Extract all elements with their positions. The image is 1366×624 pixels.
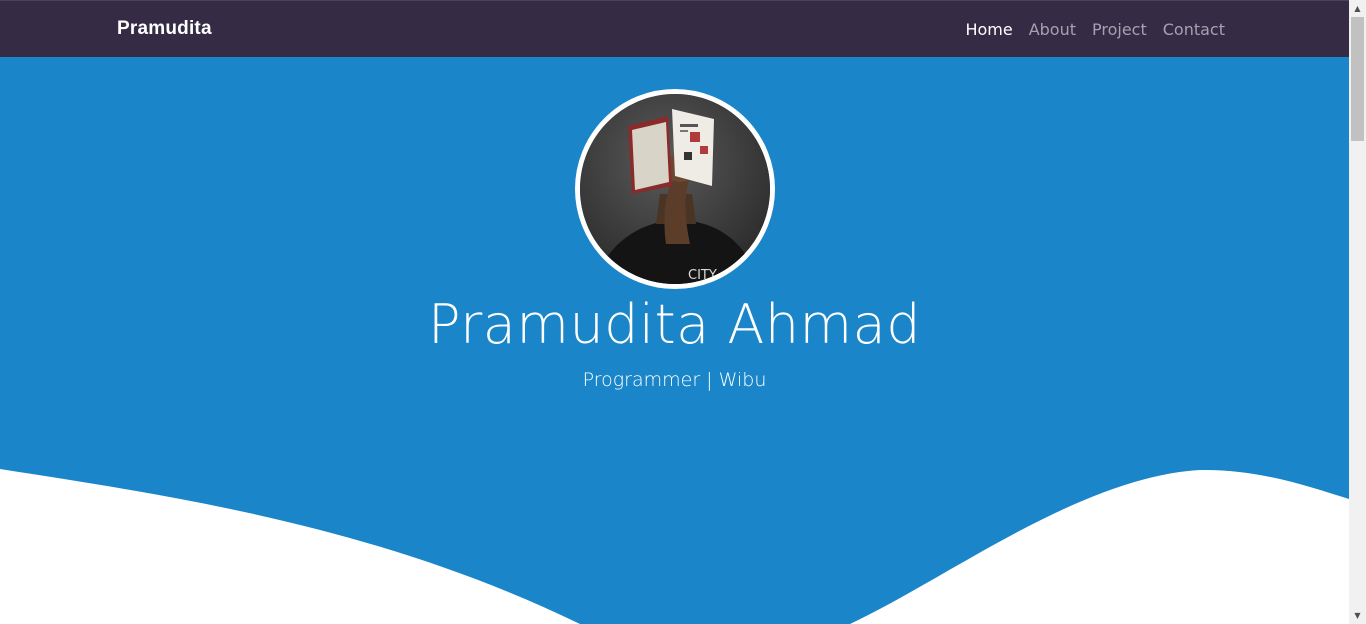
vertical-scrollbar[interactable]: ▲ ▼ xyxy=(1349,0,1366,624)
nav-link-about[interactable]: About xyxy=(1029,20,1076,39)
scroll-up-icon[interactable]: ▲ xyxy=(1349,0,1366,17)
shirt-print-text: CITY xyxy=(688,268,717,283)
scroll-thumb[interactable] xyxy=(1351,17,1364,141)
profile-photo: CITY xyxy=(580,94,770,284)
hero-tagline: Programmer | Wibu xyxy=(582,369,767,391)
nav-link-contact[interactable]: Contact xyxy=(1163,20,1225,39)
nav-link-home[interactable]: Home xyxy=(965,20,1012,39)
brand-logo[interactable]: Pramudita xyxy=(117,18,212,40)
nav-link-project[interactable]: Project xyxy=(1092,20,1147,39)
scroll-down-icon[interactable]: ▼ xyxy=(1349,607,1366,624)
hero-section: CITY Pramudita Ahmad Programmer | Wibu xyxy=(0,57,1349,624)
page: Pramudita Home About Project Contact CIT… xyxy=(0,0,1349,624)
profile-avatar: CITY xyxy=(575,89,775,289)
navbar: Pramudita Home About Project Contact xyxy=(0,0,1349,57)
nav-links: Home About Project Contact xyxy=(965,20,1225,39)
hero-name: Pramudita Ahmad xyxy=(427,293,922,356)
